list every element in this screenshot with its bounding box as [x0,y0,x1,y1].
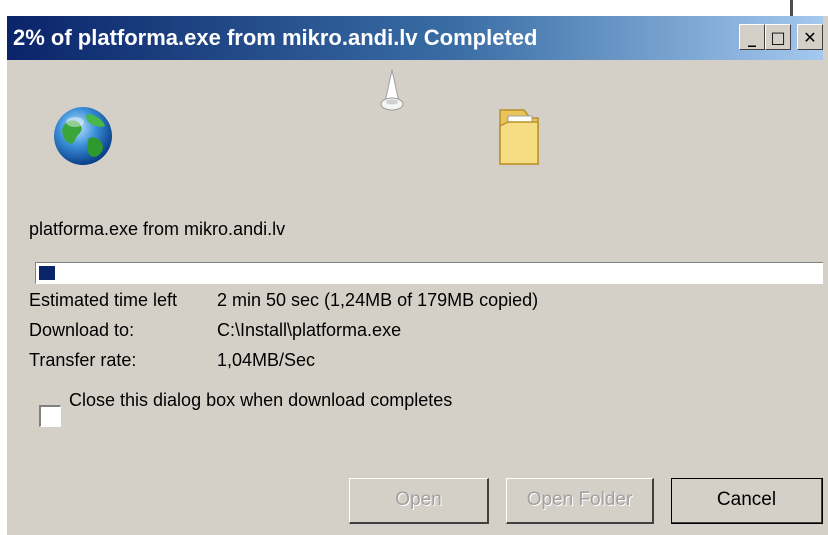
title-bar[interactable]: 2% of platforma.exe from mikro.andi.lv C… [7,16,828,60]
globe-icon [54,107,112,165]
open-button[interactable]: Open [349,478,489,524]
estimated-time-value: 2 min 50 sec (1,24MB of 179MB copied) [217,290,539,310]
close-icon: ✕ [803,27,817,47]
close-when-done-label[interactable]: Close this dialog box when download comp… [69,389,452,411]
download-to-value: C:\Install\platforma.exe [217,320,402,340]
transfer-rate-value: 1,04MB/Sec [217,350,316,370]
download-dialog: 2% of platforma.exe from mikro.andi.lv C… [6,16,828,535]
cancel-button[interactable]: Cancel [671,478,823,524]
download-to-label: Download to: [29,320,135,340]
background-window-edge [790,0,793,16]
minimize-icon: _ [748,27,756,47]
minimize-button[interactable]: _ [739,24,765,50]
download-progress-fill [39,266,55,280]
download-progress-bar [35,262,825,284]
cone-icon [380,69,404,111]
close-when-done-checkbox[interactable] [39,405,61,427]
window-title: 2% of platforma.exe from mikro.andi.lv C… [13,25,538,50]
maximize-icon: □ [770,27,786,47]
file-source-label: platforma.exe from mikro.andi.lv [29,219,286,239]
close-button[interactable]: ✕ [797,24,823,50]
maximize-button[interactable]: □ [765,24,791,50]
folder-icon [499,109,539,165]
estimated-time-label: Estimated time left [29,290,178,310]
window-right-edge [823,16,828,535]
open-folder-button[interactable]: Open Folder [506,478,654,524]
transfer-rate-label: Transfer rate: [29,350,137,370]
